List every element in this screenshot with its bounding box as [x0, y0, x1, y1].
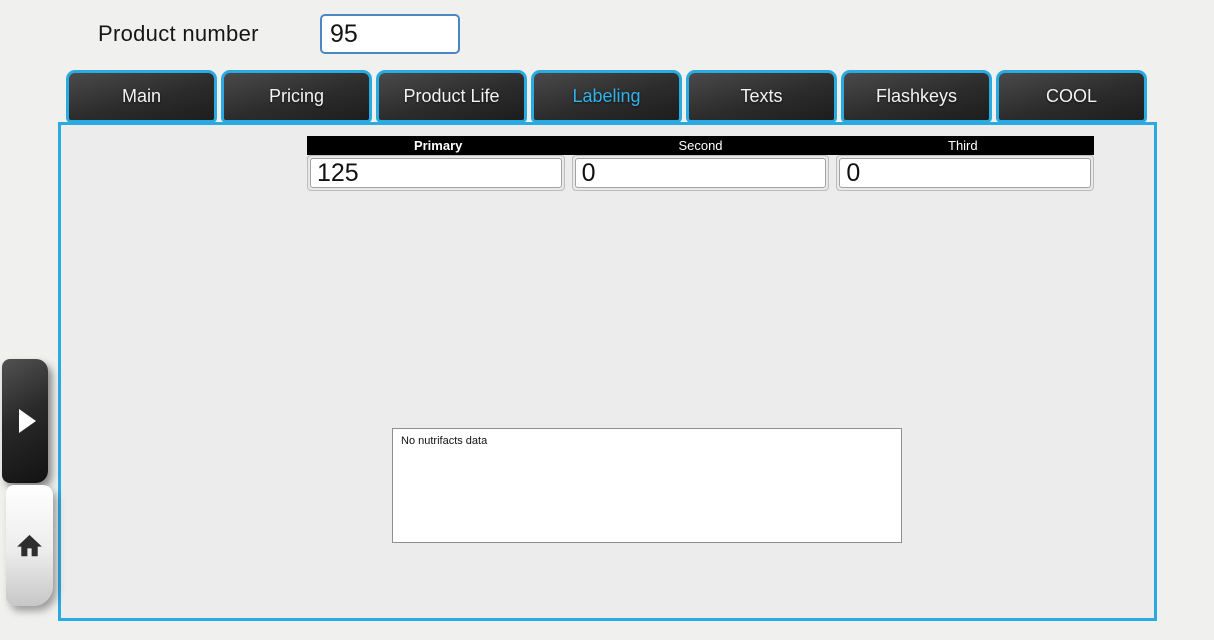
label-type-column-headers: Primary Second Third — [307, 136, 1094, 155]
column-header-primary: Primary — [307, 136, 569, 155]
label-type-second-wrap — [572, 155, 830, 191]
tab-pricing[interactable]: Pricing — [221, 70, 372, 123]
column-header-second: Second — [569, 136, 831, 155]
label-type-primary-wrap — [307, 155, 565, 191]
label-type-second-input[interactable] — [575, 158, 827, 188]
tab-texts[interactable]: Texts — [686, 70, 837, 123]
tab-cool[interactable]: COOL — [996, 70, 1147, 123]
tab-bar: Main Pricing Product Life Labeling Texts… — [66, 70, 1147, 123]
column-header-third: Third — [832, 136, 1094, 155]
product-number-input[interactable] — [320, 14, 460, 54]
tab-main[interactable]: Main — [66, 70, 217, 123]
labeling-screen: Product number Main Pricing Product Life… — [0, 0, 1214, 640]
home-icon — [16, 532, 43, 559]
labeling-panel — [58, 122, 1157, 621]
label-type-third-wrap — [836, 155, 1094, 191]
right-arrow-icon — [19, 409, 36, 433]
product-number-label: Product number — [98, 21, 259, 47]
label-type-primary-input[interactable] — [310, 158, 562, 188]
tab-flashkeys[interactable]: Flashkeys — [841, 70, 992, 123]
tab-product-life[interactable]: Product Life — [376, 70, 527, 123]
label-type-fields — [307, 155, 1094, 191]
expand-drawer-button[interactable] — [2, 359, 48, 483]
nutrifacts-textarea[interactable]: No nutrifacts data — [392, 428, 902, 543]
home-button[interactable] — [6, 485, 53, 606]
label-type-third-input[interactable] — [839, 158, 1091, 188]
tab-labeling[interactable]: Labeling — [531, 70, 682, 123]
